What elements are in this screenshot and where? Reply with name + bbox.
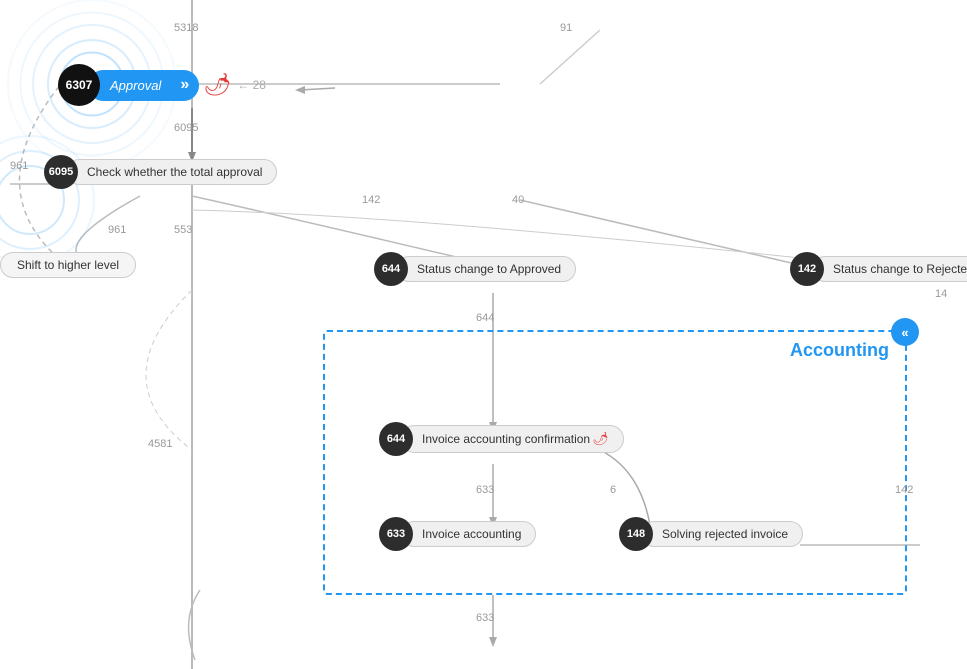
edge-label-5318: 5318 [174, 22, 198, 34]
edge-label-6095: 6095 [174, 122, 198, 134]
edge-label-142-right: 142 [895, 484, 913, 496]
node-shift-higher[interactable]: Shift to higher level [0, 252, 136, 278]
invoice-confirmation-chili-icon: 🌶 [592, 431, 609, 447]
edge-label-91: 91 [560, 22, 572, 34]
accounting-collapse-button[interactable]: « [891, 318, 919, 346]
approval-arrow-label: ← 28 [237, 78, 266, 92]
status-rejected-label: Status change to Rejected [812, 256, 967, 282]
node-solving-rejected[interactable]: 148 Solving rejected invoice [619, 517, 803, 551]
check-total-badge: 6095 [44, 155, 78, 189]
edge-label-633-bot: 633 [476, 612, 494, 624]
status-approved-label: Status change to Approved [396, 256, 576, 282]
node-invoice-confirmation[interactable]: 644 Invoice accounting confirmation 🌶 [379, 422, 624, 456]
status-approved-badge: 644 [374, 252, 408, 286]
edge-label-961-bottom: 961 [108, 224, 126, 236]
shift-higher-label: Shift to higher level [0, 252, 136, 278]
edge-label-4581: 4581 [148, 438, 172, 450]
edge-label-553: 553 [174, 224, 192, 236]
check-total-label: Check whether the total approval [66, 159, 277, 185]
node-check-total[interactable]: 6095 Check whether the total approval [44, 155, 277, 189]
accounting-group: « Accounting 644 Invoice accounting conf… [323, 330, 907, 595]
approval-label: Approval » [88, 70, 199, 101]
node-invoice-accounting[interactable]: 633 Invoice accounting [379, 517, 536, 551]
invoice-confirmation-label: Invoice accounting confirmation 🌶 [401, 425, 624, 453]
workflow-canvas: 6307 Approval » 🌶 ← 28 6095 Check whethe… [0, 0, 967, 669]
node-approval[interactable]: 6307 Approval » 🌶 ← 28 [58, 64, 266, 106]
status-rejected-badge: 142 [790, 252, 824, 286]
solving-rejected-badge: 148 [619, 517, 653, 551]
edge-label-142-top: 142 [362, 194, 380, 206]
invoice-accounting-label: Invoice accounting [401, 521, 536, 547]
edge-label-14: 14 [935, 288, 947, 300]
edge-label-40: 40 [512, 194, 524, 206]
node-status-approved[interactable]: 644 Status change to Approved [374, 252, 576, 286]
edge-label-633-mid: 633 [476, 484, 494, 496]
approval-chevron-icon: » [180, 76, 189, 94]
solving-rejected-label: Solving rejected invoice [641, 521, 803, 547]
accounting-title: Accounting [790, 340, 889, 361]
node-status-rejected[interactable]: 142 Status change to Rejected [790, 252, 967, 286]
invoice-accounting-badge: 633 [379, 517, 413, 551]
edge-label-644: 644 [476, 312, 494, 324]
edge-label-961-left: 961 [10, 160, 28, 172]
edge-label-6: 6 [610, 484, 616, 496]
invoice-confirmation-badge: 644 [379, 422, 413, 456]
approval-badge: 6307 [58, 64, 100, 106]
approval-chili-icon: 🌶 [203, 72, 231, 98]
